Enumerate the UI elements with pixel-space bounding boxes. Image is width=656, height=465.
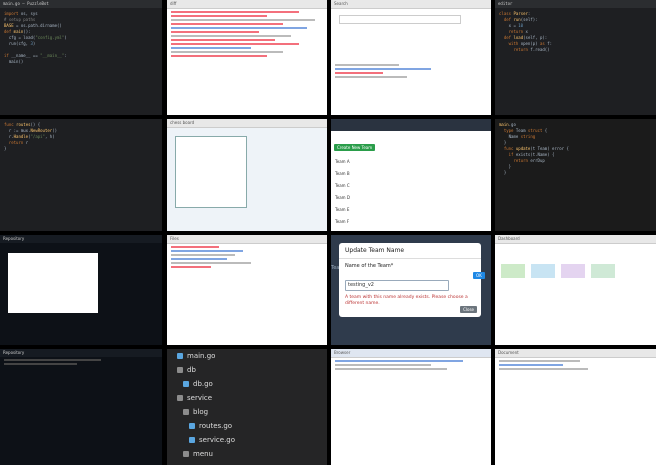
go-file-icon <box>189 437 195 443</box>
diff-title: diff <box>167 0 327 9</box>
team-row: Team E <box>335 207 350 212</box>
repo-panel-2: Repository <box>0 349 162 465</box>
tree-item-folder[interactable]: menu <box>177 447 317 461</box>
search-title: Search <box>331 0 491 9</box>
create-team-button[interactable]: Create New Team <box>334 144 376 151</box>
tree-item-file[interactable]: db.go <box>177 377 317 391</box>
team-row: Team F <box>335 219 350 224</box>
team-row: Team C <box>335 183 350 188</box>
code-panel-2: func routes() { r := mux.NewRouter() r.H… <box>0 119 162 231</box>
tree-item-file[interactable]: routes.go <box>177 419 317 433</box>
document-panel: Document <box>495 349 656 465</box>
team-row: Team A <box>335 159 350 164</box>
tree-item-file[interactable]: main.go <box>177 349 317 363</box>
window-title: main.go — PuzzleBot <box>0 0 162 8</box>
file-tree-panel: main.go db db.go service blog routes.go … <box>167 349 327 465</box>
update-team-dialog-panel: Team Update Team Name Name of the Team* … <box>331 235 491 345</box>
code-body: import os, sys # setup paths BASE = os.p… <box>4 11 67 64</box>
folder-icon <box>177 367 183 373</box>
files-title: Files <box>167 235 327 244</box>
chess-panel: chess board <box>167 119 327 231</box>
dashboard-panel: Dashboard <box>495 235 656 345</box>
board-image <box>175 136 247 208</box>
tree-item-file[interactable]: service.go <box>177 433 317 447</box>
folder-icon <box>183 409 189 415</box>
files-panel: Files <box>167 235 327 345</box>
search-input[interactable] <box>339 15 461 24</box>
team-name-label: Name of the Team* <box>345 263 394 269</box>
repo-title-2: Repository <box>0 349 162 357</box>
go-file-icon <box>177 353 183 359</box>
team-table-panel: Create New Team Team A Team B Team C Tea… <box>331 119 491 231</box>
diff-panel: diff <box>167 0 327 115</box>
document-title: Document <box>495 349 656 358</box>
code-panel-3: main.go type Team struct { Name string }… <box>495 119 656 231</box>
editor-panel: editor class Parser: def run(self): x = … <box>495 0 656 115</box>
go-file-icon <box>189 423 195 429</box>
tree-item-folder[interactable]: blog <box>177 405 317 419</box>
team-row: Team B <box>335 171 350 176</box>
tree-item-folder[interactable]: db <box>177 363 317 377</box>
close-button[interactable]: Close <box>460 306 477 313</box>
chess-title: chess board <box>167 119 327 128</box>
folder-icon <box>183 451 189 457</box>
team-name-input[interactable]: testing_v2 <box>345 280 449 291</box>
repo-panel: Repository <box>0 235 162 345</box>
repo-title: Repository <box>0 235 162 243</box>
browser-panel: Browser <box>331 349 491 465</box>
update-team-modal: Update Team Name Name of the Team* testi… <box>339 243 485 317</box>
ok-button[interactable]: OK <box>473 272 485 279</box>
dashboard-title: Dashboard <box>495 235 656 244</box>
editor-title: editor <box>495 0 656 8</box>
tree-item-folder[interactable]: service <box>177 391 317 405</box>
folder-icon <box>177 395 183 401</box>
browser-title: Browser <box>331 349 491 358</box>
team-row: Team D <box>335 195 350 200</box>
go-file-icon <box>183 381 189 387</box>
search-panel: Search <box>331 0 491 115</box>
modal-title: Update Team Name <box>339 243 481 259</box>
code-editor-panel: main.go — PuzzleBot import os, sys # set… <box>0 0 162 115</box>
